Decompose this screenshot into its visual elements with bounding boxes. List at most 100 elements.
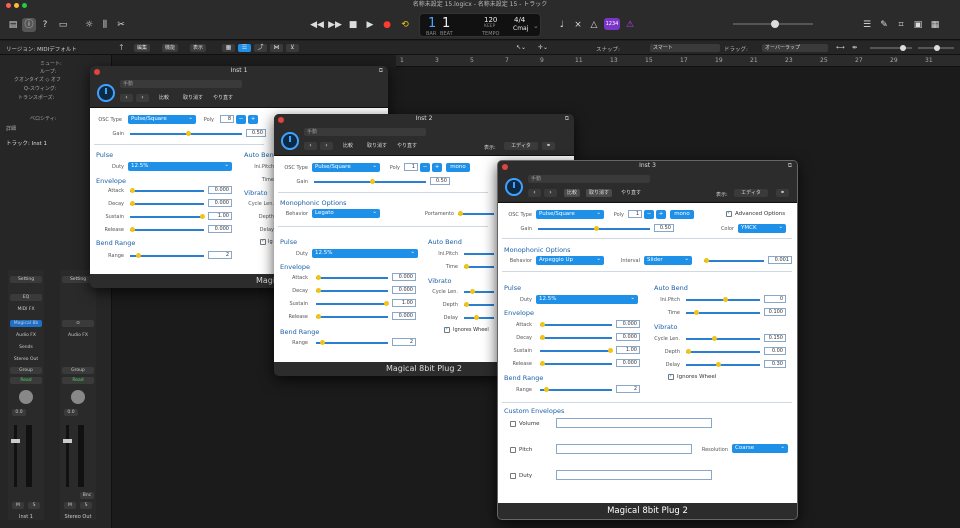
gain-slider[interactable] <box>538 226 650 231</box>
gain-slider[interactable] <box>314 179 426 184</box>
stop-icon[interactable]: ■ <box>346 18 360 32</box>
attack-slider[interactable] <box>316 275 388 280</box>
link-icon[interactable]: ⚭ <box>542 142 555 150</box>
range-slider[interactable] <box>130 253 204 258</box>
poly-decrement[interactable]: − <box>420 163 430 172</box>
release-slider[interactable] <box>316 314 388 319</box>
portamento-slider[interactable] <box>458 211 494 216</box>
resolution-select[interactable]: Coarse <box>732 443 788 453</box>
toolbar-icon[interactable]: ▭ <box>56 18 70 32</box>
poly-decrement[interactable]: − <box>644 210 654 219</box>
list-view-icon[interactable]: ☰ <box>238 44 251 52</box>
pitch-env-field[interactable] <box>556 444 692 454</box>
duty-select[interactable]: 12.5% <box>128 161 232 171</box>
undo-button[interactable]: 取り消す <box>180 94 206 102</box>
time-slider[interactable] <box>686 310 760 315</box>
browser-icon[interactable]: ▦ <box>928 18 942 32</box>
gain-value[interactable]: 0.50 <box>654 224 674 232</box>
help-icon[interactable]: ? <box>38 18 52 32</box>
output-slot[interactable]: Stereo Out <box>10 356 42 363</box>
scissors-icon[interactable]: ✂ <box>114 18 128 32</box>
gain-value[interactable]: 0.50 <box>246 129 266 137</box>
delay-slider[interactable] <box>686 362 760 367</box>
smart-controls-icon[interactable]: ☼ <box>82 18 96 32</box>
poly-field[interactable]: 1 <box>404 163 418 171</box>
next-preset-icon[interactable]: › <box>136 94 149 102</box>
link-icon[interactable]: ⊙ <box>62 320 94 327</box>
master-volume-slider[interactable] <box>733 20 813 28</box>
close-window-dot[interactable] <box>6 3 11 8</box>
decay-slider[interactable] <box>130 201 204 206</box>
ini-pitch-value[interactable]: 0 <box>764 295 786 303</box>
decay-slider[interactable] <box>540 335 612 340</box>
poly-field[interactable]: 8 <box>220 115 234 123</box>
solo-icon[interactable]: ⨯ <box>571 18 585 32</box>
inspector-track-header[interactable]: トラック: Inst 1 <box>6 139 47 147</box>
power-icon[interactable] <box>97 84 115 102</box>
mute-button[interactable]: M <box>64 502 76 509</box>
behavior-select[interactable]: Arpeggio Up <box>536 255 604 265</box>
duty-select[interactable]: 12.5% <box>312 248 418 258</box>
preset-select[interactable]: 手動 <box>528 175 650 183</box>
play-icon[interactable]: ▶ <box>363 18 377 32</box>
mono-button[interactable]: mono <box>446 163 470 172</box>
rewind-icon[interactable]: ◀◀ <box>310 18 324 32</box>
record-icon[interactable]: ● <box>380 18 394 32</box>
inspector-loop-row[interactable]: ループ: <box>40 68 56 75</box>
volume-env-checkbox[interactable] <box>510 421 516 427</box>
count-in-badge[interactable]: 1234 <box>604 18 620 30</box>
loop-browser-icon[interactable]: ⌗ <box>894 18 908 32</box>
next-preset-icon[interactable]: › <box>544 189 557 197</box>
prev-preset-icon[interactable]: ‹ <box>304 142 317 150</box>
osc-type-select[interactable]: Pulse/Square <box>312 162 380 172</box>
inspector-icon[interactable]: ⓘ <box>22 18 36 32</box>
sustain-value[interactable]: 1.00 <box>208 212 232 220</box>
cycle-len-slider[interactable] <box>686 336 760 341</box>
attack-value[interactable]: 0.000 <box>208 186 232 194</box>
inspector-swing-row[interactable]: Q-スウィング: <box>24 85 57 92</box>
compare-button[interactable]: 比較 <box>156 94 172 102</box>
window-resize-icon[interactable]: ⧉ <box>379 67 383 75</box>
release-slider[interactable] <box>540 361 612 366</box>
attack-value[interactable]: 0.000 <box>392 273 416 281</box>
sustain-value[interactable]: 1.00 <box>392 299 416 307</box>
inspector-quantize-row[interactable]: クオンタイズ ◇ オフ <box>14 76 61 83</box>
gain-value[interactable]: 0.50 <box>430 177 450 185</box>
view-select[interactable]: エディタ <box>504 142 538 150</box>
poly-decrement[interactable]: − <box>236 115 246 124</box>
poly-increment[interactable]: + <box>656 210 666 219</box>
ignores-wheel-checkbox[interactable] <box>668 373 674 380</box>
inspector-velocity-row[interactable]: ベロシティ: <box>30 115 56 122</box>
release-value[interactable]: 0.000 <box>392 312 416 320</box>
sends-label[interactable]: Sends <box>10 344 42 351</box>
ini-pitch-slider[interactable] <box>686 297 760 302</box>
behavior-select[interactable]: Legato <box>312 208 380 218</box>
forward-icon[interactable]: ▶▶ <box>328 18 342 32</box>
zoom-window-dot[interactable] <box>22 3 27 8</box>
inspector-detail[interactable]: 詳細 <box>6 125 16 132</box>
decay-slider[interactable] <box>316 288 388 293</box>
sustain-slider[interactable] <box>130 214 205 219</box>
drag-select[interactable]: オーバーラップ <box>762 44 828 52</box>
mute-button[interactable]: M <box>12 502 24 509</box>
grid-view-icon[interactable]: ▦ <box>222 44 235 52</box>
master-volume-knob[interactable] <box>771 20 779 28</box>
solo-button[interactable]: S <box>28 502 40 509</box>
gain-slider[interactable] <box>130 131 242 136</box>
automation-read[interactable]: Read <box>62 377 94 384</box>
power-icon[interactable] <box>281 132 299 150</box>
zoom-fit-icon[interactable]: ⇹ <box>852 44 857 51</box>
bar-ruler[interactable]: 1 3 5 7 9 11 13 15 17 19 21 23 25 27 29 … <box>396 55 960 67</box>
prev-preset-icon[interactable]: ‹ <box>528 189 541 197</box>
range-slider[interactable] <box>316 340 388 345</box>
release-slider[interactable] <box>130 227 204 232</box>
mixer-icon[interactable]: ⫼ <box>98 18 112 32</box>
power-icon[interactable] <box>505 178 523 196</box>
next-preset-icon[interactable]: › <box>320 142 333 150</box>
function-menu[interactable]: 機能 <box>162 44 179 52</box>
view-menu[interactable]: 表示 <box>190 44 207 52</box>
sustain-slider[interactable] <box>540 348 613 353</box>
poly-field[interactable]: 1 <box>628 210 642 218</box>
undo-button[interactable]: 取り消す <box>586 189 613 197</box>
group-slot[interactable]: Group <box>10 367 42 374</box>
